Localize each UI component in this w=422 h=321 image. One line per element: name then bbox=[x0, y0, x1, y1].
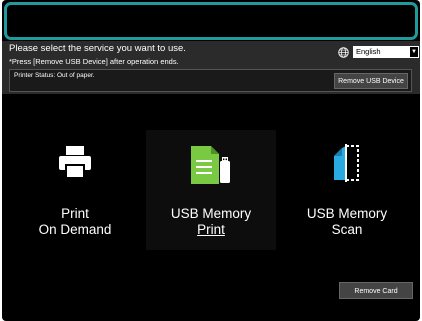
usb-memory-print-label: USB Memory Print bbox=[170, 206, 252, 237]
title-bar bbox=[4, 2, 418, 40]
usb-memory-scan-label: USB Memory Scan bbox=[306, 206, 388, 237]
usb-memory-scan-button[interactable]: USB Memory Scan bbox=[282, 130, 412, 250]
usb-note-text: *Press [Remove USB Device] after operati… bbox=[9, 57, 179, 66]
language-dropdown[interactable]: English ▼ bbox=[353, 46, 419, 58]
printer-status-box: Printer Status: Out of paper. Remove USB… bbox=[9, 69, 412, 92]
print-on-demand-button[interactable]: Print On Demand bbox=[10, 130, 140, 250]
globe-icon bbox=[338, 46, 349, 58]
instruction-text: Please select the service you want to us… bbox=[9, 43, 186, 54]
service-grid: Print On Demand USB Memory Print USB Mem… bbox=[2, 130, 420, 250]
language-value: English bbox=[356, 47, 381, 56]
print-on-demand-label: Print On Demand bbox=[38, 206, 112, 237]
dropdown-arrow-icon: ▼ bbox=[410, 47, 418, 57]
language-selector[interactable]: English ▼ bbox=[338, 46, 419, 58]
usb-document-icon bbox=[191, 146, 230, 184]
scan-icon bbox=[334, 144, 359, 182]
remove-card-button[interactable]: Remove Card bbox=[339, 282, 413, 299]
header-panel: Please select the service you want to us… bbox=[2, 41, 420, 94]
remove-usb-button[interactable]: Remove USB Device bbox=[334, 73, 408, 89]
printer-status-text: Printer Status: Out of paper. bbox=[14, 72, 95, 79]
kiosk-screen: Please select the service you want to us… bbox=[2, 0, 420, 321]
printer-icon bbox=[59, 146, 91, 178]
usb-memory-print-button[interactable]: USB Memory Print bbox=[146, 130, 276, 250]
